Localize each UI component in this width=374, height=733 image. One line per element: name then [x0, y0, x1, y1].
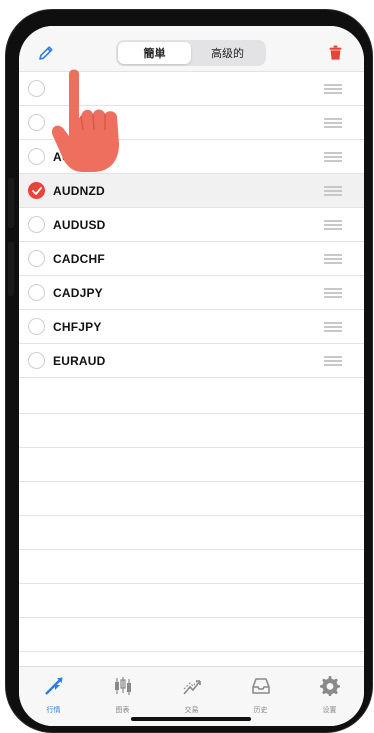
empty-row	[19, 448, 364, 482]
radio-button[interactable]	[28, 284, 45, 301]
volume-down-button	[8, 242, 14, 296]
trash-icon[interactable]	[329, 45, 342, 60]
symbol-row[interactable]: AUDUSD	[19, 208, 364, 242]
symbol-name: CADJPY	[53, 286, 103, 300]
empty-list-area	[19, 380, 364, 652]
chart-icon	[112, 675, 134, 702]
symbol-name: CADCHF	[53, 252, 105, 266]
radio-button[interactable]	[28, 216, 45, 233]
radio-button[interactable]	[28, 148, 45, 165]
volume-up-button	[8, 178, 14, 228]
tab-settings[interactable]: 设置	[295, 667, 364, 726]
symbol-row[interactable]: CADCHF	[19, 242, 364, 276]
drag-handle-icon[interactable]	[324, 356, 342, 366]
quotes-icon	[43, 675, 65, 702]
symbol-row[interactable]: CHFJPY	[19, 310, 364, 344]
history-icon	[250, 675, 272, 702]
symbol-row[interactable]: CADJPY	[19, 276, 364, 310]
radio-button[interactable]	[28, 114, 45, 131]
empty-row	[19, 618, 364, 652]
mode-segmented-control: 簡単 高级的	[116, 40, 266, 66]
radio-button[interactable]	[28, 318, 45, 335]
empty-row	[19, 482, 364, 516]
symbol-row[interactable]: AUDNZD	[19, 174, 364, 208]
radio-button[interactable]	[28, 80, 45, 97]
pointing-hand-icon	[51, 69, 119, 172]
drag-handle-icon[interactable]	[324, 152, 342, 162]
radio-button[interactable]	[28, 352, 45, 369]
drag-handle-icon[interactable]	[324, 118, 342, 128]
symbol-row[interactable]: EURAUD	[19, 344, 364, 378]
empty-row	[19, 380, 364, 414]
drag-handle-icon[interactable]	[324, 254, 342, 264]
symbol-name: AUDNZD	[53, 184, 105, 198]
tab-label: 行情	[46, 707, 61, 714]
tab-label: 图表	[115, 707, 130, 714]
segment-simple[interactable]: 簡単	[118, 42, 191, 64]
tab-label: 设置	[322, 707, 337, 714]
empty-row	[19, 584, 364, 618]
home-indicator	[131, 717, 251, 721]
screen: 簡単 高级的 AUDJPYAUDNZDAUDUSDCADCHFCADJPYCHF…	[19, 26, 364, 726]
empty-row	[19, 414, 364, 448]
drag-handle-icon[interactable]	[324, 288, 342, 298]
drag-handle-icon[interactable]	[324, 322, 342, 332]
settings-icon	[319, 675, 341, 702]
drag-handle-icon[interactable]	[324, 220, 342, 230]
symbol-name: CHFJPY	[53, 320, 102, 334]
trade-icon	[181, 675, 203, 702]
radio-button[interactable]	[28, 250, 45, 267]
empty-row	[19, 550, 364, 584]
pencil-icon[interactable]	[37, 44, 55, 62]
drag-handle-icon[interactable]	[324, 186, 342, 196]
checked-radio-icon[interactable]	[28, 182, 45, 199]
symbol-name: AUDUSD	[53, 218, 106, 232]
symbol-name: EURAUD	[53, 354, 106, 368]
segment-advanced[interactable]: 高级的	[191, 42, 264, 64]
drag-handle-icon[interactable]	[324, 84, 342, 94]
empty-row	[19, 516, 364, 550]
tab-quotes[interactable]: 行情	[19, 667, 88, 726]
tab-label: 历史	[253, 707, 268, 714]
tab-label: 交易	[184, 707, 199, 714]
